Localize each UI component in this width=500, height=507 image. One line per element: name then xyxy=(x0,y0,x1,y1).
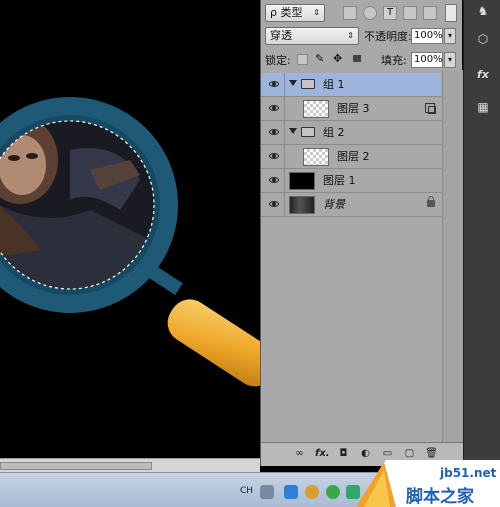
scrollbar-thumb[interactable] xyxy=(0,462,152,470)
layer-row-layer-2[interactable]: 图层 2 xyxy=(261,145,441,169)
layer-thumbnail xyxy=(303,100,329,118)
layer-name: 组 1 xyxy=(323,78,345,91)
canvas-horizontal-scrollbar[interactable] xyxy=(0,458,260,472)
blend-mode-select[interactable]: 穿透 ⇕ xyxy=(265,27,359,45)
layer-row-group-1[interactable]: 组 1 xyxy=(261,73,441,97)
fill-label: 填充: xyxy=(381,54,407,67)
layer-row-layer-3[interactable]: 图层 3 xyxy=(261,97,441,121)
lock-position-icon[interactable]: ✥ xyxy=(333,52,342,65)
folder-icon xyxy=(301,79,315,89)
qq-icon[interactable] xyxy=(305,485,319,499)
document-canvas[interactable] xyxy=(0,0,260,458)
opacity-label: 不透明度: xyxy=(364,30,412,43)
eye-icon xyxy=(269,81,279,87)
eye-icon xyxy=(269,153,279,159)
3d-icon[interactable]: ⬡ xyxy=(474,30,492,48)
chevron-updown-icon: ⇕ xyxy=(313,8,320,17)
eye-icon xyxy=(269,177,279,183)
lock-brush-icon[interactable]: ✎ xyxy=(315,52,324,65)
shape-filter-icon[interactable] xyxy=(403,6,417,20)
type-filter-icon[interactable]: T xyxy=(383,6,397,20)
link-layers-icon[interactable]: ∞ xyxy=(293,447,306,460)
watermark-site: jb51.net xyxy=(440,466,497,480)
smart-object-filter-icon[interactable] xyxy=(423,6,437,20)
layer-thumbnail xyxy=(289,172,315,190)
eye-icon xyxy=(269,201,279,207)
adjustment-filter-icon[interactable] xyxy=(363,6,377,20)
layer-filter-label: ρ 类型 xyxy=(270,6,303,19)
language-indicator[interactable]: CH xyxy=(240,486,253,496)
layer-thumbnail xyxy=(289,196,315,214)
visibility-toggle[interactable] xyxy=(261,145,285,168)
eye-icon xyxy=(269,129,279,135)
smart-object-icon xyxy=(425,103,436,114)
lock-label: 锁定: xyxy=(265,54,291,67)
filter-toggle-switch[interactable] xyxy=(445,4,457,22)
lock-all-icon[interactable] xyxy=(353,55,361,62)
lock-transparent-icon[interactable] xyxy=(297,54,308,65)
expand-arrow-icon[interactable] xyxy=(289,128,297,134)
fill-dropdown-icon[interactable]: ▾ xyxy=(444,52,456,68)
visibility-toggle[interactable] xyxy=(261,193,285,216)
layer-row-background[interactable]: 背景 xyxy=(261,193,441,217)
layer-name: 图层 2 xyxy=(337,150,370,163)
opacity-field[interactable]: 100% xyxy=(411,28,443,44)
layer-name: 组 2 xyxy=(323,126,345,139)
visibility-toggle[interactable] xyxy=(261,169,285,192)
chevron-updown-icon: ⇕ xyxy=(347,31,354,40)
visibility-toggle[interactable] xyxy=(261,73,285,96)
layer-row-group-2[interactable]: 组 2 xyxy=(261,121,441,145)
visibility-toggle[interactable] xyxy=(261,121,285,144)
opacity-dropdown-icon[interactable]: ▾ xyxy=(444,28,456,44)
eye-icon xyxy=(269,105,279,111)
brush-preset-icon[interactable]: ♞ xyxy=(474,2,492,20)
shield-icon[interactable] xyxy=(284,485,298,499)
layer-name: 背景 xyxy=(323,198,345,211)
properties-icon[interactable]: ▦ xyxy=(474,98,492,116)
layer-filter-select[interactable]: ρ 类型 ⇕ xyxy=(265,4,325,22)
watermark-name: 脚本之家 xyxy=(406,487,474,507)
magnifier-artwork xyxy=(0,97,260,387)
layer-thumbnail xyxy=(303,148,329,166)
fx-styles-icon[interactable]: fx xyxy=(474,66,492,84)
pixel-filter-icon[interactable] xyxy=(343,6,357,20)
blend-mode-value: 穿透 xyxy=(270,29,292,42)
lock-icon xyxy=(427,196,435,207)
layers-vertical-scrollbar[interactable] xyxy=(442,70,463,442)
layer-row-layer-1[interactable]: 图层 1 xyxy=(261,169,441,193)
keyboard-icon[interactable] xyxy=(260,485,274,499)
network-icon[interactable] xyxy=(326,485,340,499)
expand-arrow-icon[interactable] xyxy=(289,80,297,86)
panel-dock-strip: ♞ ⬡ fx ▦ xyxy=(463,0,500,466)
layer-name: 图层 3 xyxy=(337,102,370,115)
layers-panel: ρ 类型 ⇕ T 穿透 ⇕ 不透明度: 100% ▾ 锁定: ✎ ✥ 填充: 1… xyxy=(260,0,463,466)
layer-name: 图层 1 xyxy=(323,174,356,187)
site-watermark: jb51.net 脚本之家 xyxy=(356,440,500,507)
add-style-icon[interactable]: fx. xyxy=(315,447,330,460)
visibility-toggle[interactable] xyxy=(261,97,285,120)
fill-field[interactable]: 100% xyxy=(411,52,443,68)
add-mask-icon[interactable]: ◘ xyxy=(337,447,350,460)
folder-icon xyxy=(301,127,315,137)
